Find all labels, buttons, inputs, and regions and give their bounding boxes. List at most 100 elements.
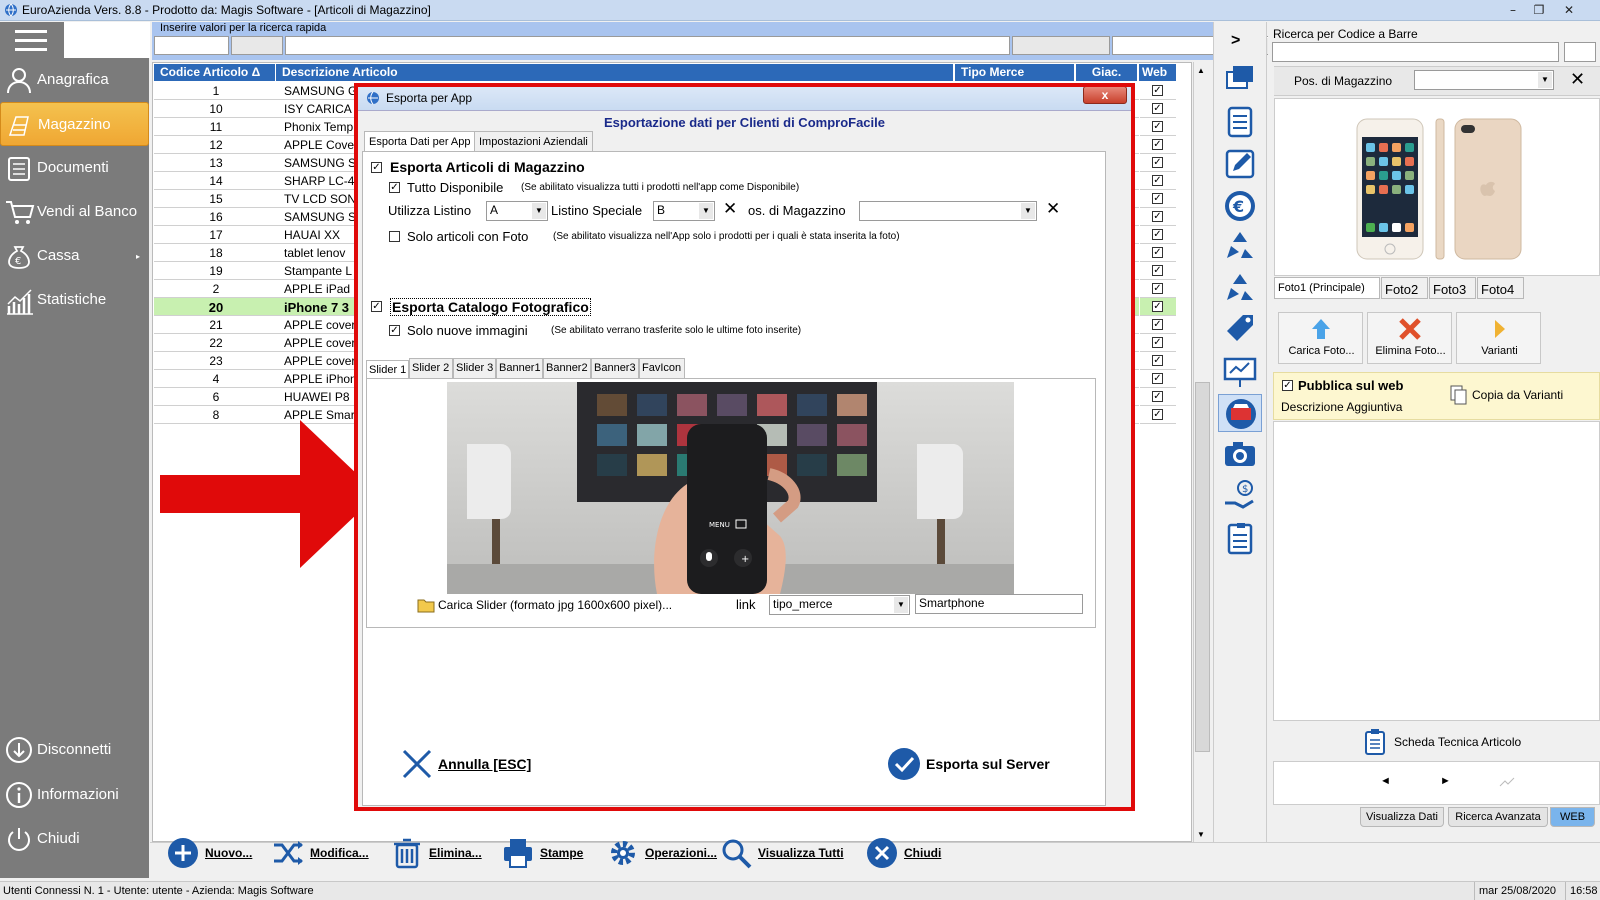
table-row[interactable]: 2 APPLE iPad: [154, 280, 359, 298]
photo-tab-1[interactable]: Foto1 (Principale): [1274, 277, 1380, 299]
table-row[interactable]: 10 ISY CARICA: [154, 100, 359, 118]
delete-photo-button[interactable]: Elimina Foto...: [1367, 312, 1452, 364]
photo-tab-2[interactable]: Foto2: [1381, 277, 1428, 299]
edit-button[interactable]: Modifica...: [272, 834, 377, 874]
euro-button[interactable]: €: [1218, 187, 1262, 225]
table-row[interactable]: 19 Stampante L: [154, 262, 359, 280]
delete-button[interactable]: Elimina...: [391, 834, 496, 874]
photo-tab-3[interactable]: Foto3: [1429, 277, 1476, 299]
table-row[interactable]: 6 HUAWEI P8: [154, 388, 359, 406]
variants-button[interactable]: Varianti: [1456, 312, 1541, 364]
presentation-button[interactable]: [1218, 353, 1262, 391]
table-row[interactable]: 23 APPLE cover: [154, 352, 359, 370]
col-header-web[interactable]: Web: [1139, 64, 1177, 81]
sidebar-item-anagrafica[interactable]: Anagrafica: [0, 58, 149, 102]
sidebar-item-cassa[interactable]: € Cassa ▸: [0, 234, 149, 278]
sidebar-item-vendi-al-banco[interactable]: Vendi al Banco: [0, 190, 149, 234]
sidebar-item-informazioni[interactable]: Informazioni: [0, 773, 149, 817]
upload-photo-button[interactable]: Carica Foto...: [1278, 312, 1363, 364]
prev-record-icon[interactable]: ◄: [1380, 775, 1391, 787]
print-button[interactable]: Stampe: [502, 834, 607, 874]
grid-scrollbar[interactable]: ▲ ▼: [1193, 62, 1211, 842]
web-checkbox[interactable]: ✓: [1152, 409, 1163, 420]
scroll-down-icon[interactable]: ▼: [1197, 830, 1205, 839]
table-row[interactable]: 1 SAMSUNG G: [154, 82, 359, 100]
table-row[interactable]: 22 APPLE cover: [154, 334, 359, 352]
search-spacer-input[interactable]: [231, 36, 283, 55]
web-checkbox[interactable]: ✓: [1152, 139, 1163, 150]
web-checkbox[interactable]: ✓: [1152, 337, 1163, 348]
web-checkbox[interactable]: ✓: [1152, 391, 1163, 402]
col-header-descrizione[interactable]: Descrizione Articolo: [276, 64, 954, 81]
table-row[interactable]: 18 tablet lenov: [154, 244, 359, 262]
web-checkbox[interactable]: ✓: [1152, 157, 1163, 168]
sidebar-item-statistiche[interactable]: Statistiche: [0, 278, 149, 322]
hand-money-button[interactable]: $: [1218, 477, 1262, 515]
recycle-button[interactable]: [1218, 228, 1262, 266]
recycle-alt-button[interactable]: [1218, 270, 1262, 308]
edit-pencil-button[interactable]: [1218, 145, 1262, 183]
clipboard-export-button[interactable]: [1218, 519, 1262, 557]
next-record-icon[interactable]: ►: [1440, 775, 1451, 787]
document-list-button[interactable]: [1218, 104, 1262, 142]
scroll-thumb[interactable]: [1195, 382, 1210, 752]
search-type-input[interactable]: [1012, 36, 1110, 55]
search-code-input[interactable]: [154, 36, 229, 55]
additional-desc-textarea[interactable]: [1273, 421, 1600, 721]
search-description-input[interactable]: [285, 36, 1010, 55]
publish-web-checkbox[interactable]: ✓: [1282, 380, 1293, 391]
table-row[interactable]: 17 HAUAI XX: [154, 226, 359, 244]
table-row[interactable]: 15 TV LCD SON: [154, 190, 359, 208]
copy-windows-button[interactable]: [1218, 62, 1262, 100]
web-checkbox[interactable]: ✓: [1152, 211, 1163, 222]
web-checkbox[interactable]: ✓: [1152, 301, 1163, 312]
col-header-codice[interactable]: Codice Articolo Δ: [154, 64, 276, 81]
sidebar-item-disconnetti[interactable]: Disconnetti: [0, 728, 149, 772]
new-button[interactable]: Nuovo...: [167, 834, 272, 874]
web-checkbox[interactable]: ✓: [1152, 229, 1163, 240]
sidebar-item-documenti[interactable]: Documenti: [0, 146, 149, 190]
price-tag-button[interactable]: [1218, 311, 1262, 349]
web-checkbox[interactable]: ✓: [1152, 373, 1163, 384]
table-row[interactable]: 13 SAMSUNG S: [154, 154, 359, 172]
web-checkbox[interactable]: ✓: [1152, 247, 1163, 258]
table-row[interactable]: 4 APPLE iPhon: [154, 370, 359, 388]
table-row[interactable]: 21 APPLE cover: [154, 316, 359, 334]
web-checkbox[interactable]: ✓: [1152, 355, 1163, 366]
hamburger-menu[interactable]: [0, 22, 64, 58]
panel-tab-2[interactable]: Ricerca Avanzata: [1448, 807, 1548, 827]
camera-button[interactable]: [1218, 436, 1262, 474]
clear-position-icon[interactable]: ✕: [1570, 69, 1585, 90]
web-checkbox[interactable]: ✓: [1152, 319, 1163, 330]
sidebar-item-magazzino[interactable]: Magazzino: [0, 102, 149, 146]
photo-tab-4[interactable]: Foto4: [1477, 277, 1524, 299]
web-checkbox[interactable]: ✓: [1152, 265, 1163, 276]
col-header-tipo-merce[interactable]: Tipo Merce: [955, 64, 1075, 81]
web-checkbox[interactable]: ✓: [1152, 85, 1163, 96]
sidebar-item-chiudi[interactable]: Chiudi: [0, 817, 149, 861]
table-row[interactable]: 14 SHARP LC-4: [154, 172, 359, 190]
panel-tab-1[interactable]: Visualizza Dati: [1360, 807, 1444, 827]
web-checkbox[interactable]: ✓: [1152, 283, 1163, 294]
operations-button[interactable]: Operazioni...: [607, 834, 717, 874]
position-select[interactable]: ▼: [1414, 70, 1554, 90]
web-checkbox[interactable]: ✓: [1152, 121, 1163, 132]
table-row[interactable]: 20 iPhone 7 3: [154, 298, 359, 316]
table-row[interactable]: 11 Phonix Temp: [154, 118, 359, 136]
restore-button[interactable]: ❐: [1526, 0, 1552, 20]
minimize-button[interactable]: –: [1500, 0, 1526, 20]
view-all-button[interactable]: Visualizza Tutti: [720, 834, 844, 874]
col-header-giacenza[interactable]: Giac.: [1076, 64, 1138, 81]
scroll-up-icon[interactable]: ▲: [1197, 66, 1205, 75]
web-checkbox[interactable]: ✓: [1152, 175, 1163, 186]
web-checkbox[interactable]: ✓: [1152, 193, 1163, 204]
barcode-qty-input[interactable]: [1564, 42, 1596, 62]
table-row[interactable]: 12 APPLE Cove: [154, 136, 359, 154]
panel-tab-3[interactable]: WEB: [1550, 807, 1595, 827]
expand-panel-button[interactable]: >: [1231, 32, 1240, 50]
web-checkbox[interactable]: ✓: [1152, 103, 1163, 114]
web-shop-button[interactable]: [1218, 394, 1262, 432]
close-button[interactable]: Chiudi: [866, 834, 971, 874]
table-row[interactable]: 16 SAMSUNG S: [154, 208, 359, 226]
barcode-input[interactable]: [1272, 42, 1559, 62]
